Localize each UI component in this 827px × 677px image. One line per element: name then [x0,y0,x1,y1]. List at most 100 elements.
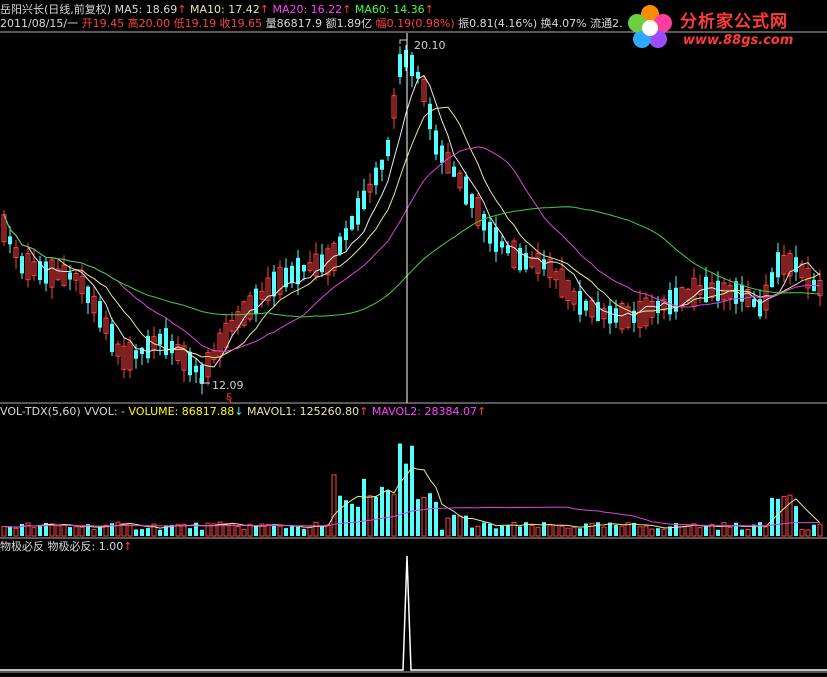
candle-down [740,284,744,302]
candle-down [290,265,294,283]
volume-bar [296,526,300,536]
volume-bar [115,521,121,537]
volume-value: 量86817.9 [265,17,323,30]
candle-down [776,252,780,278]
indicator-value: 物极必反: 1.00 [47,540,124,553]
candle-down [584,300,588,311]
candle-down [494,227,498,252]
candle-down [410,54,414,77]
volume-bar [619,525,625,537]
volume-bar [614,524,618,536]
volume-bar [805,529,811,537]
volume-bar [758,522,762,536]
volume-bar [421,496,427,537]
volume-bar [565,527,571,537]
volume-bar [416,499,420,536]
candle-down [500,241,504,248]
candle-down [452,166,456,177]
ma20-value: MA20: 16.22 [272,3,343,16]
ma-line [3,74,821,368]
volume-bar [272,524,276,536]
volume-bar [98,527,102,536]
flower-logo-icon [628,5,672,48]
candle-down [200,365,204,384]
candle-down [194,365,198,373]
volume-bar [679,526,685,537]
volume-indicator-name: VOL-TDX(5,60) [0,405,81,418]
mavol2-value: MAVOL2: 28384.07 [371,405,477,418]
volume-bar [661,528,667,537]
ma-line [3,106,821,359]
high-value: 高20.00 [127,17,171,30]
volume-bar [470,527,474,536]
candle-down [344,228,348,240]
vvol-value: VVOL: - [84,405,126,418]
volume-bar [290,525,294,536]
close-value: 收19.65 [219,17,263,30]
volume-bar [445,517,451,537]
candle-down [428,103,432,130]
candle-down [716,280,720,301]
price-header-row1: 岳阳兴长(日线,前复权) MA5: 18.69↑ MA10: 17.42↑ MA… [0,3,434,16]
volume-bar [716,529,720,536]
volume-bar [434,501,438,536]
ma-lines [3,74,821,368]
low-marker: 12.09 [199,378,244,392]
price-header-row2: 2011/08/15/一 开19.45 高20.00 低19.19 收19.65… [0,17,623,30]
volume-bar [457,515,463,537]
candle-down [668,289,672,315]
volume-bar [799,528,805,537]
float-value: 流通2. [590,17,623,30]
volume-bar [140,529,144,536]
stock-chart[interactable]: 20.10 12.09 § [0,0,827,677]
open-value: 开19.45 [81,17,125,30]
volume-bar [704,526,708,536]
site-logo: 分析家公式网 www.88gs.com [625,3,825,53]
volume-bar [637,526,643,537]
indicator-line [0,555,827,671]
ma60-value: MA60: 14.36 [354,3,425,16]
volume-bar [55,525,61,537]
indicator-header: 物极必反 物极必反: 1.00↑ [0,540,133,553]
candle-down [464,176,468,205]
candle-down [338,236,342,255]
volume-bar [452,514,456,536]
volume-bar [506,525,510,536]
candle-down [386,139,390,157]
volume-bar [649,528,655,537]
candle-down [350,215,354,230]
volume-bar [643,525,649,537]
candle-down [164,328,168,356]
change-value: 幅0.19(0.98%) [375,17,455,30]
candle-down [752,299,756,307]
mavol1-value: MAVOL1: 125260.80 [247,405,360,418]
volume-bar [812,524,816,536]
volume-bar [110,523,114,536]
volume-bar [727,526,733,537]
candle-down [86,286,90,304]
volume-bar [158,529,162,536]
candle-down [356,198,360,225]
volume-bar [734,522,738,536]
volume-bar [410,445,414,536]
volume-bar [25,522,31,537]
volume-bar [440,529,444,536]
candle-down [362,190,366,210]
candle-down [8,236,12,245]
volume-bar [632,522,636,536]
candle-down [578,290,582,315]
volume-bar [794,506,798,536]
volume-bar [8,527,12,536]
candle-down [272,271,276,297]
logo-url: www.88gs.com [683,33,794,48]
indicator-signal-line [0,555,827,671]
candle-down [770,272,774,288]
candle-down [506,245,510,254]
date-value: 2011/08/15/一 [0,17,79,30]
candle-down [398,54,402,77]
candle-down [170,341,174,354]
candle-down [302,265,306,272]
candle-down [374,167,378,186]
stock-title: 岳阳兴长(日线,前复权) [0,3,112,16]
volume-bar [134,529,138,536]
